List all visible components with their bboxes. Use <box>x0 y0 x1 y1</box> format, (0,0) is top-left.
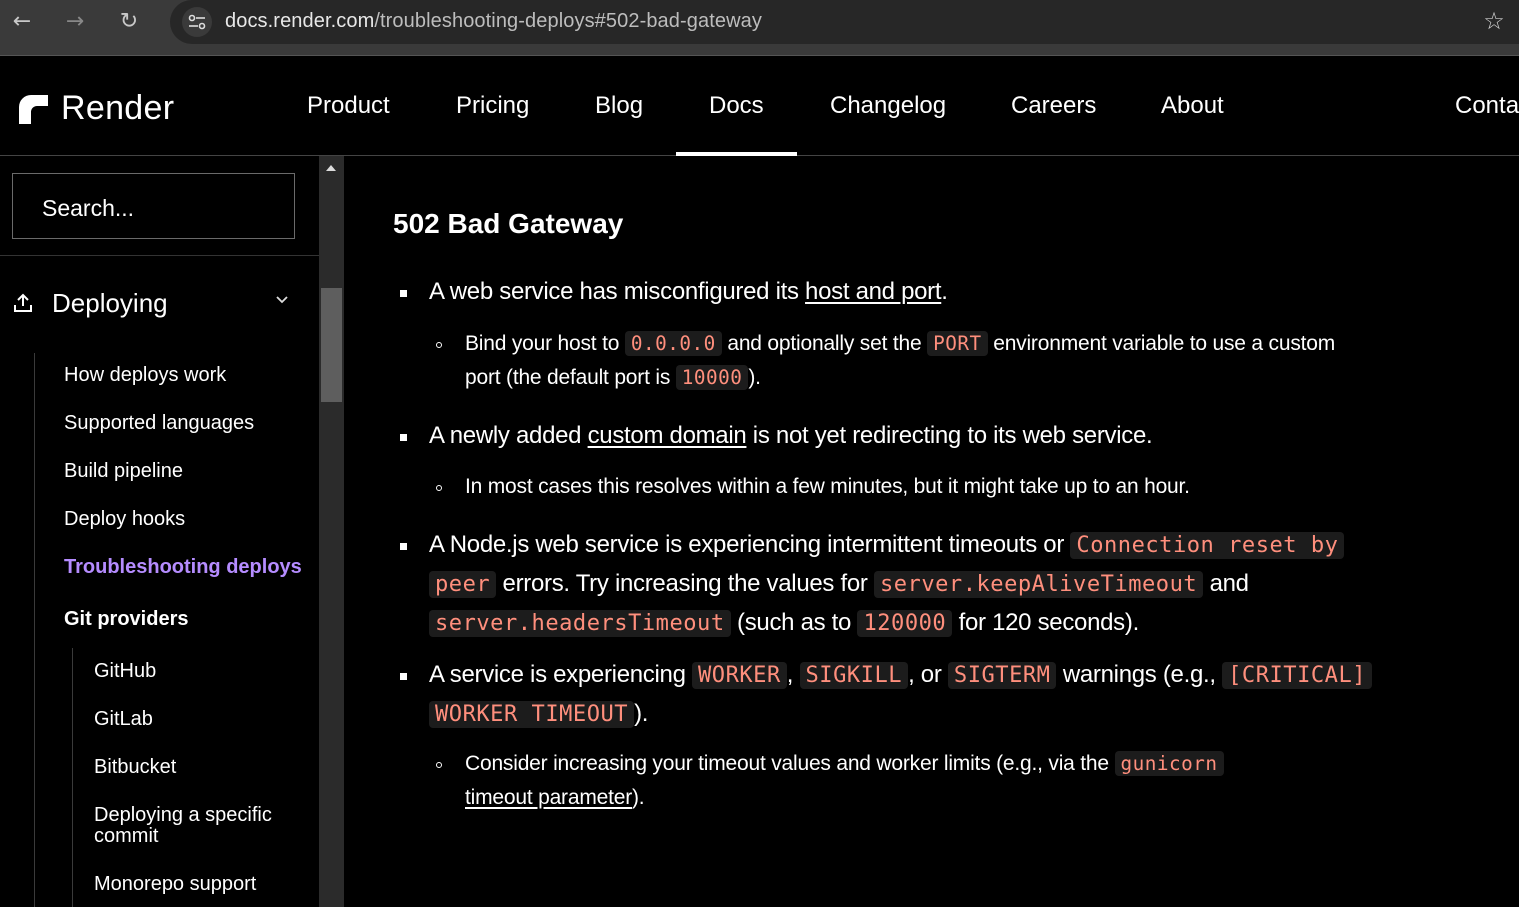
sub-bullet-bind-host: Bind your host to 0.0.0.0 and optionally… <box>465 331 1336 390</box>
upload-icon <box>14 293 32 312</box>
scrollbar-thumb[interactable] <box>321 288 342 402</box>
reload-icon[interactable]: ↻ <box>114 6 144 36</box>
section-deploying[interactable]: Deploying <box>12 286 312 320</box>
link-custom-domain[interactable]: custom domain <box>588 422 747 449</box>
sidebar-item-build-pipeline[interactable]: Build pipeline <box>64 461 183 482</box>
bookmark-star-icon[interactable]: ☆ <box>1479 6 1509 36</box>
sidebar-item-github[interactable]: GitHub <box>94 661 156 682</box>
nav-product[interactable]: Product <box>307 92 390 120</box>
brand-name: Render <box>61 89 175 127</box>
nav-about[interactable]: About <box>1161 92 1224 120</box>
tree-guide <box>34 353 35 907</box>
scroll-up-arrow-icon[interactable] <box>326 165 336 171</box>
sidebar-item-supported-languages[interactable]: Supported languages <box>64 413 254 434</box>
sidebar-item-how-deploys-work[interactable]: How deploys work <box>64 365 226 386</box>
nav-pricing[interactable]: Pricing <box>456 92 529 120</box>
forward-icon[interactable]: → <box>60 6 90 36</box>
section-heading: 502 Bad Gateway <box>393 208 624 239</box>
bullet-marker <box>400 434 407 441</box>
link-host-and-port[interactable]: host and port <box>805 278 942 305</box>
sidebar-divider <box>0 255 319 256</box>
bullet-marker <box>400 673 407 680</box>
sidebar-item-troubleshooting-deploys[interactable]: Troubleshooting deploys <box>64 557 302 578</box>
bullet-marker <box>400 543 407 550</box>
bullet-nodejs-timeouts: A Node.js web service is experiencing in… <box>429 526 1429 643</box>
main-content: 502 Bad Gateway A web service has miscon… <box>344 156 1519 907</box>
docs-sidebar: Search... Deploying How deploys work Sup… <box>0 156 319 907</box>
browser-toolbar: ← → ↻ docs.render.com/troubleshooting-de… <box>0 0 1519 56</box>
sidebar-item-bitbucket[interactable]: Bitbucket <box>94 757 176 778</box>
back-icon[interactable]: ← <box>7 6 37 36</box>
url-text: docs.render.com/troubleshooting-deploys#… <box>225 10 762 32</box>
tree-guide-nested <box>72 648 73 907</box>
chevron-down-icon[interactable] <box>274 292 290 308</box>
bullet-host-port: A web service has misconfigured its host… <box>429 278 948 305</box>
bullet-worker-warnings: A service is experiencing WORKER, SIGKIL… <box>429 656 1449 734</box>
sidebar-item-monorepo-support[interactable]: Monorepo support <box>94 874 256 895</box>
sub-bullet-marker <box>436 342 442 348</box>
sub-bullet-marker <box>436 485 442 491</box>
section-label: Deploying <box>52 287 168 318</box>
nav-contact[interactable]: Conta <box>1455 92 1519 120</box>
sub-bullet-gunicorn: Consider increasing your timeout values … <box>465 747 1425 815</box>
nav-docs[interactable]: Docs <box>709 92 764 120</box>
address-bar[interactable]: docs.render.com/troubleshooting-deploys#… <box>170 0 1519 44</box>
search-input[interactable]: Search... <box>12 173 295 239</box>
sidebar-item-deploying-specific-commit[interactable]: Deploying a specific commit <box>94 805 304 847</box>
site-settings-icon[interactable] <box>182 7 212 37</box>
render-logo-icon <box>19 94 48 124</box>
site-header: Render Product Pricing Blog Docs Changel… <box>0 57 1519 156</box>
link-timeout-parameter[interactable]: timeout parameter <box>465 786 632 809</box>
bullet-custom-domain: A newly added custom domain is not yet r… <box>429 422 1153 449</box>
search-placeholder: Search... <box>42 195 135 221</box>
bullet-marker <box>400 290 407 297</box>
sidebar-scrollbar[interactable] <box>319 156 344 907</box>
sidebar-item-gitlab[interactable]: GitLab <box>94 709 153 730</box>
sub-bullet-resolves: In most cases this resolves within a few… <box>465 475 1190 498</box>
sidebar-group-git-providers[interactable]: Git providers <box>64 609 188 630</box>
sub-bullet-marker <box>436 762 442 768</box>
nav-blog[interactable]: Blog <box>595 92 643 120</box>
sidebar-item-deploy-hooks[interactable]: Deploy hooks <box>64 509 185 530</box>
nav-changelog[interactable]: Changelog <box>830 92 946 120</box>
nav-careers[interactable]: Careers <box>1011 92 1096 120</box>
render-logo[interactable]: Render <box>17 89 174 128</box>
